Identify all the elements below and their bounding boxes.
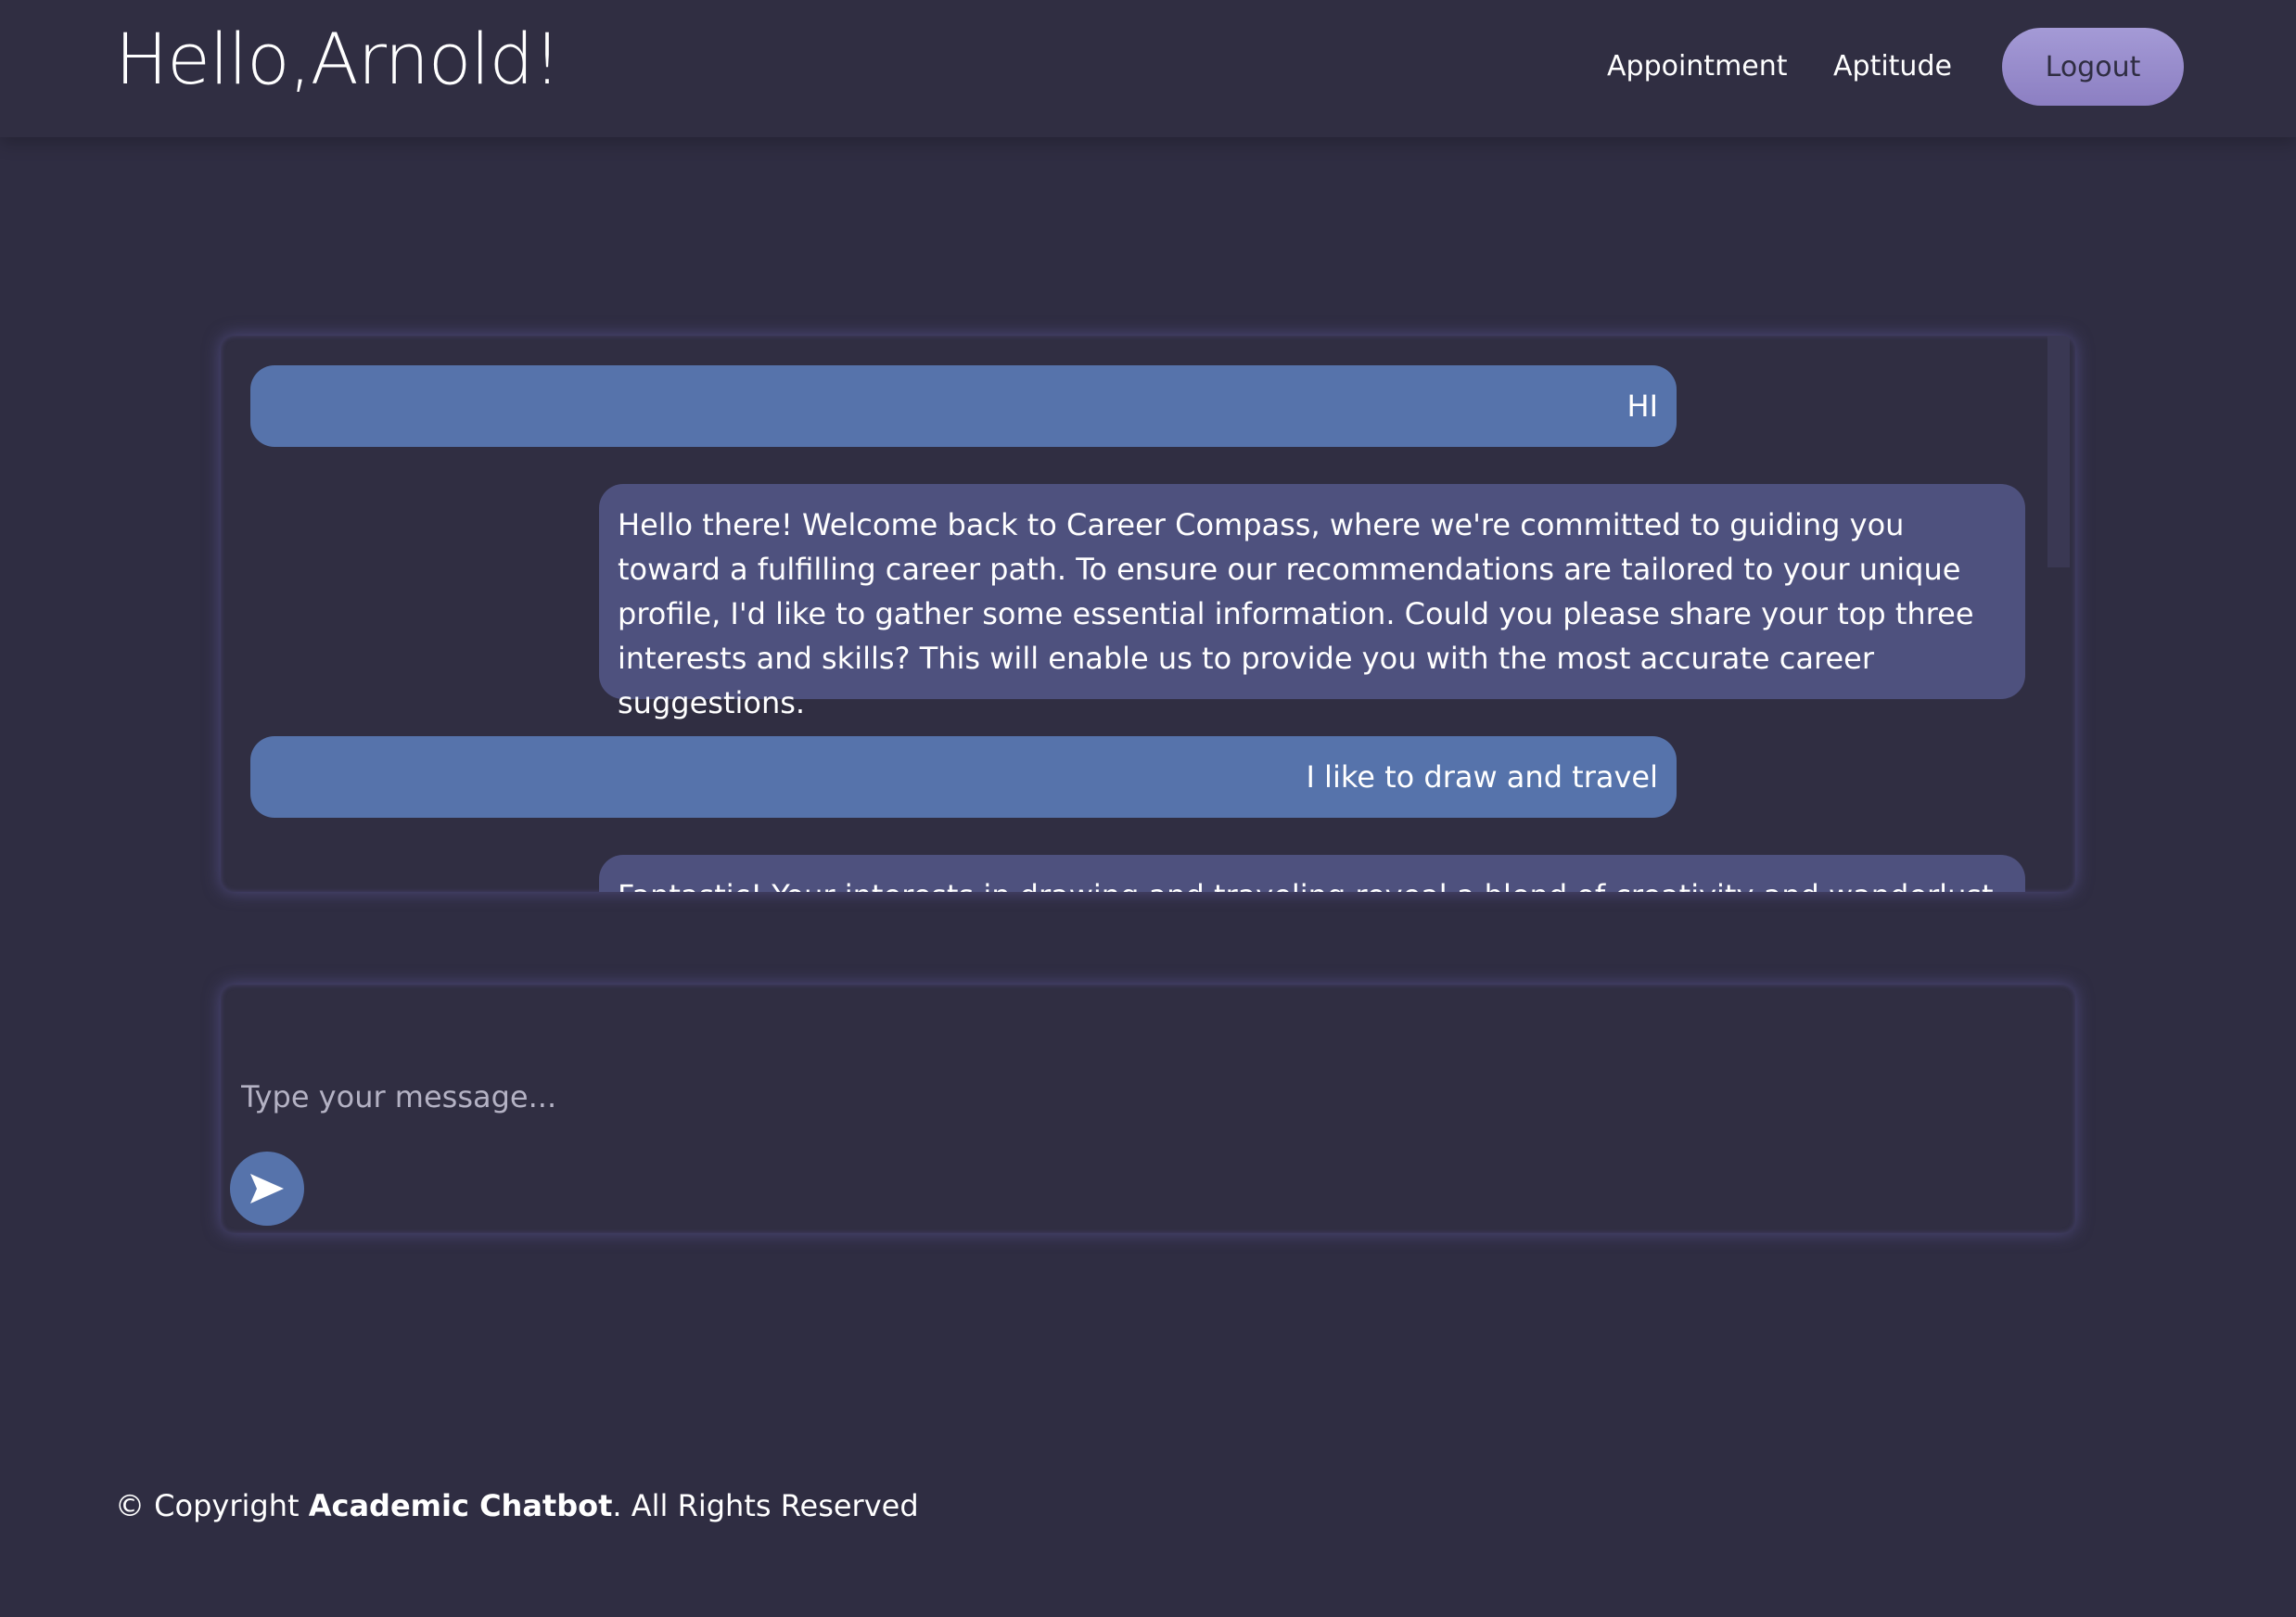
footer-brand: Academic Chatbot xyxy=(308,1488,613,1523)
bot-message: Fantastic! Your interests in drawing and… xyxy=(599,855,2025,892)
greeting-title: Hello,Arnold! xyxy=(115,18,561,100)
message-input[interactable] xyxy=(239,1070,2005,1124)
logout-button[interactable]: Logout xyxy=(2002,28,2184,106)
footer-copyright: © Copyright Academic Chatbot. All Rights… xyxy=(115,1485,919,1526)
chat-history-panel[interactable]: HI Hello there! Welcome back to Career C… xyxy=(221,336,2075,892)
send-button[interactable] xyxy=(230,1152,304,1226)
chat-scrollbar-thumb[interactable] xyxy=(2047,336,2070,567)
user-message: HI xyxy=(250,365,1677,447)
bot-message: Hello there! Welcome back to Career Comp… xyxy=(599,484,2025,720)
nav-link-appointment[interactable]: Appointment xyxy=(1607,48,1788,85)
nav-link-aptitude[interactable]: Aptitude xyxy=(1833,48,1952,85)
message-composer xyxy=(221,985,2075,1233)
footer-prefix: © Copyright xyxy=(115,1488,309,1523)
user-message: I like to draw and travel xyxy=(250,736,1677,818)
chat-scrollbar[interactable] xyxy=(2047,336,2070,892)
send-arrow-icon xyxy=(250,1174,284,1203)
top-header: Hello,Arnold! Appointment Aptitude Logou… xyxy=(0,0,2296,137)
footer-suffix: . All Rights Reserved xyxy=(612,1488,919,1523)
